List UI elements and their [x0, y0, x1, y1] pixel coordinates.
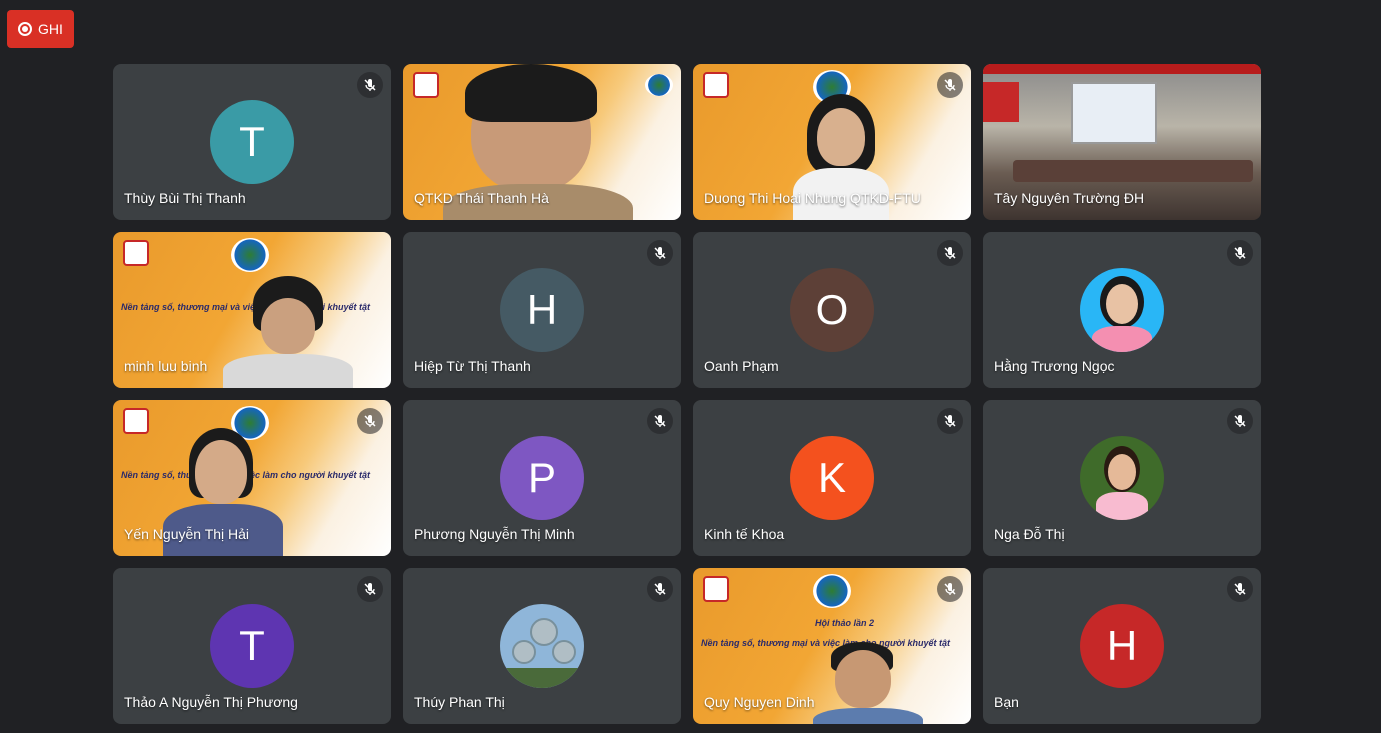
- slide-text: Nền tảng số, thương mại và việc làm cho …: [701, 638, 950, 648]
- participant-tile[interactable]: P Phương Nguyễn Thị Minh: [403, 400, 681, 556]
- logo-icon: [703, 576, 729, 602]
- avatar: H: [1080, 604, 1164, 688]
- avatar: T: [210, 604, 294, 688]
- recording-label: GHI: [38, 21, 63, 37]
- participant-name: Kinh tế Khoa: [704, 526, 785, 542]
- profile-photo: [500, 604, 584, 688]
- participant-tile[interactable]: Nga Đỗ Thị: [983, 400, 1261, 556]
- emblem-icon: [813, 574, 851, 608]
- logo-icon: [703, 72, 729, 98]
- meeting-table: [1013, 160, 1253, 182]
- participant-tile[interactable]: K Kinh tế Khoa: [693, 400, 971, 556]
- participant-name: Oanh Phạm: [704, 358, 779, 374]
- avatar-initial: P: [527, 454, 556, 501]
- mic-off-icon: [1227, 576, 1253, 602]
- participant-tile[interactable]: Thúy Phan Thị: [403, 568, 681, 724]
- avatar: T: [210, 100, 294, 184]
- mic-off-icon: [1227, 240, 1253, 266]
- video-body: [813, 708, 923, 724]
- slide-subtitle: Hội thảo lần 2: [815, 618, 875, 628]
- participant-tile[interactable]: H Bạn: [983, 568, 1261, 724]
- avatar-initial: O: [815, 286, 849, 333]
- participant-name: Phương Nguyễn Thị Minh: [414, 526, 575, 542]
- video-body: [223, 354, 353, 388]
- avatar-initial: H: [1106, 622, 1138, 669]
- mic-off-icon: [647, 576, 673, 602]
- projector-screen: [1071, 82, 1157, 144]
- mic-off-icon: [1227, 408, 1253, 434]
- participant-tile[interactable]: Nền tảng số, thương mại và việc làm cho …: [113, 400, 391, 556]
- participant-name: Thảo A Nguyễn Thị Phương: [124, 694, 298, 710]
- emblem-icon: [231, 238, 269, 272]
- logo-icon: [123, 408, 149, 434]
- mic-off-icon: [937, 408, 963, 434]
- mic-off-icon: [357, 408, 383, 434]
- record-icon: [18, 22, 33, 36]
- avatar: H: [500, 268, 584, 352]
- participant-name: QTKD Thái Thanh Hà: [414, 190, 549, 206]
- avatar-initial: K: [817, 454, 846, 501]
- profile-photo: [1080, 436, 1164, 520]
- participant-tile[interactable]: Hằng Trương Ngọc: [983, 232, 1261, 388]
- video-person: [835, 650, 891, 708]
- participant-name: Bạn: [994, 694, 1019, 710]
- participant-tile[interactable]: Duong Thi Hoai Nhung QTKD-FTU: [693, 64, 971, 220]
- participant-tile[interactable]: Nền tảng số, thương mại và việc làm cho …: [113, 232, 391, 388]
- participant-name: Hiệp Từ Thị Thanh: [414, 358, 531, 374]
- mic-off-icon: [937, 240, 963, 266]
- profile-photo: [1080, 268, 1164, 352]
- participant-tile[interactable]: QTKD Thái Thanh Hà: [403, 64, 681, 220]
- mic-off-icon: [357, 72, 383, 98]
- participant-name: Thúy Phan Thị: [414, 694, 505, 710]
- participant-tile[interactable]: Hội thảo lần 2 Nền tảng số, thương mại v…: [693, 568, 971, 724]
- mic-off-icon: [647, 408, 673, 434]
- avatar-initial: T: [239, 622, 265, 669]
- participant-tile[interactable]: H Hiệp Từ Thị Thanh: [403, 232, 681, 388]
- mic-off-icon: [357, 576, 383, 602]
- participant-name: Tây Nguyên Trường ĐH: [994, 190, 1145, 206]
- flag: [983, 82, 1019, 122]
- video-person: [195, 440, 247, 504]
- video-face: [817, 108, 865, 166]
- room-banner: [983, 64, 1261, 74]
- slide-text: Nền tảng số, thương mại và việc làm cho …: [121, 302, 370, 312]
- participant-name: Hằng Trương Ngọc: [994, 358, 1115, 374]
- avatar-initial: T: [239, 118, 265, 165]
- recording-badge[interactable]: GHI: [7, 10, 74, 48]
- participant-tile[interactable]: T Thảo A Nguyễn Thị Phương: [113, 568, 391, 724]
- mic-off-icon: [937, 576, 963, 602]
- participant-tile[interactable]: Tây Nguyên Trường ĐH: [983, 64, 1261, 220]
- participant-name: minh luu binh: [124, 358, 208, 374]
- emblem-icon: [645, 74, 673, 96]
- avatar-initial: H: [526, 286, 558, 333]
- video-person: [261, 298, 315, 354]
- participant-name: Thùy Bùi Thị Thanh: [124, 190, 246, 206]
- avatar: P: [500, 436, 584, 520]
- avatar: O: [790, 268, 874, 352]
- mic-off-icon: [937, 72, 963, 98]
- video-hair: [465, 64, 597, 122]
- participant-name: Nga Đỗ Thị: [994, 526, 1065, 542]
- participant-tile[interactable]: T Thùy Bùi Thị Thanh: [113, 64, 391, 220]
- logo-icon: [123, 240, 149, 266]
- participant-name: Quy Nguyen Dinh: [704, 694, 815, 710]
- logo-icon: [413, 72, 439, 98]
- participant-tile[interactable]: O Oanh Phạm: [693, 232, 971, 388]
- participant-grid: T Thùy Bùi Thị Thanh QTKD Thái Thanh Hà …: [113, 64, 1261, 724]
- avatar: K: [790, 436, 874, 520]
- mic-off-icon: [647, 240, 673, 266]
- participant-name: Duong Thi Hoai Nhung QTKD-FTU: [704, 190, 921, 206]
- participant-name: Yến Nguyễn Thị Hải: [124, 526, 250, 542]
